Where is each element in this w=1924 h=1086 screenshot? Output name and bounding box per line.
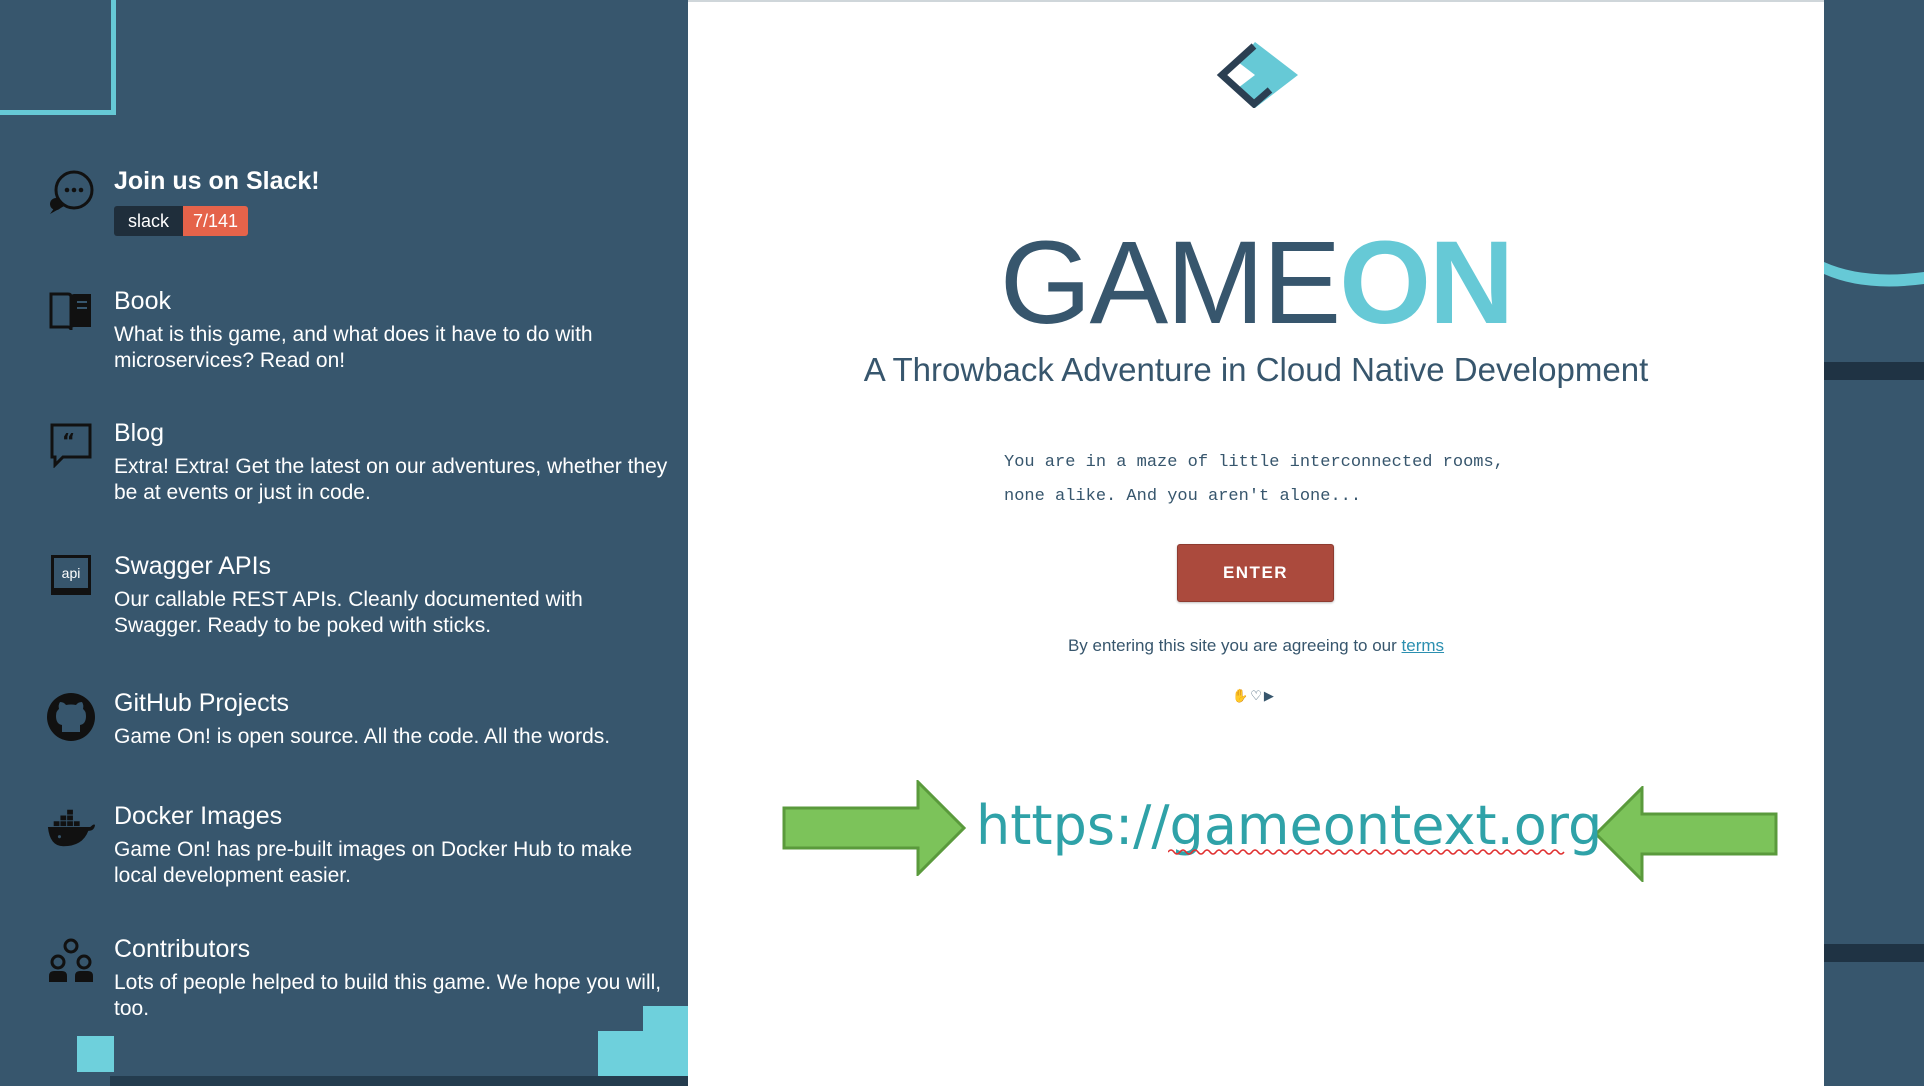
gameon-logo-icon: [1212, 42, 1298, 113]
github-icon: [46, 692, 96, 742]
spellcheck-underline: [1168, 849, 1565, 855]
left-arrow-icon: [1594, 786, 1778, 882]
sidebar-item-desc: Our callable REST APIs. Cleanly document…: [114, 588, 583, 637]
right-bar: [1824, 944, 1924, 962]
sidebar-item-title: Docker Images: [114, 802, 283, 830]
title-on: ON: [1339, 217, 1514, 349]
intro-line: none alike. And you aren't alone...: [1004, 487, 1362, 506]
sidebar: Join us on Slack! slack 7/141 Book What …: [0, 0, 688, 1086]
sidebar-item-blog[interactable]: “ Blog Extra! Extra! Get the latest on o…: [46, 418, 674, 506]
sidebar-item-swagger[interactable]: api Swagger APIs Our callable REST APIs.…: [46, 551, 674, 639]
terms-notice: By entering this site you are agreeing t…: [688, 636, 1824, 656]
sidebar-item-title: Swagger APIs: [114, 552, 272, 580]
people-icon: [46, 938, 96, 988]
enter-button[interactable]: ENTER: [1177, 544, 1334, 602]
sidebar-item-desc: Game On! has pre-built images on Docker …: [114, 838, 633, 887]
chat-bubble-icon: [46, 170, 96, 220]
sidebar-item-github[interactable]: GitHub Projects Game On! is open source.…: [46, 688, 674, 750]
corner-decoration: [0, 0, 116, 115]
sidebar-item-desc: Extra! Extra! Get the latest on our adve…: [114, 455, 668, 504]
title-game: GAME: [999, 217, 1341, 349]
sidebar-item-docker[interactable]: Docker Images Game On! has pre-built ima…: [46, 801, 674, 889]
right-bar: [1824, 362, 1924, 380]
intro-text: You are in a maze of little interconnect…: [1004, 446, 1564, 514]
sidebar-item-desc: What is this game, and what does it have…: [114, 323, 593, 372]
heart-icon[interactable]: ♡: [1250, 688, 1262, 704]
page-subtitle: A Throwback Adventure in Cloud Native De…: [863, 351, 1649, 388]
api-icon: api: [46, 555, 96, 605]
sidebar-item-desc: Game On! is open source. All the code. A…: [114, 725, 611, 748]
deco-block: [77, 1036, 114, 1072]
sidebar-item-book[interactable]: Book What is this game, and what does it…: [46, 286, 674, 374]
svg-text:“: “: [62, 429, 75, 453]
page-title: GAMEON: [688, 218, 1824, 348]
terms-prefix: By entering this site you are agreeing t…: [1067, 636, 1397, 655]
sidebar-item-title: Contributors: [114, 935, 251, 963]
sidebar-item-contributors[interactable]: Contributors Lots of people helped to bu…: [46, 934, 674, 1022]
docker-icon: [46, 805, 96, 855]
sidebar-item-title: GitHub Projects: [114, 689, 290, 717]
deco-block: [598, 1031, 688, 1076]
quote-icon: “: [46, 422, 96, 472]
wave-decoration: [1824, 262, 1924, 287]
sidebar-item-title: Book: [114, 287, 171, 315]
right-arrow-icon: [782, 780, 966, 876]
slack-badge[interactable]: slack 7/141: [114, 206, 249, 236]
sidebar-item-desc: Lots of people helped to build this game…: [114, 971, 662, 1020]
play-icon[interactable]: ▶: [1264, 688, 1274, 704]
sidebar-item-title: Join us on Slack!: [114, 167, 320, 195]
slack-badge-count: 7/141: [183, 206, 249, 236]
sidebar-item-slack[interactable]: Join us on Slack! slack 7/141: [46, 166, 674, 236]
book-icon: [46, 290, 96, 340]
top-border: [688, 0, 1824, 2]
terms-link[interactable]: terms: [1402, 636, 1445, 655]
bottom-strip: [110, 1076, 688, 1086]
intro-line: You are in a maze of little interconnect…: [1004, 453, 1504, 472]
hand-icon[interactable]: ✋: [1232, 688, 1248, 704]
right-edge-decoration: [1824, 0, 1924, 1086]
api-icon-label: api: [61, 565, 81, 581]
sidebar-item-title: Blog: [114, 419, 165, 447]
tiny-icon-row: ✋ ♡ ▶: [1232, 688, 1274, 704]
slack-badge-label: slack: [114, 206, 184, 236]
